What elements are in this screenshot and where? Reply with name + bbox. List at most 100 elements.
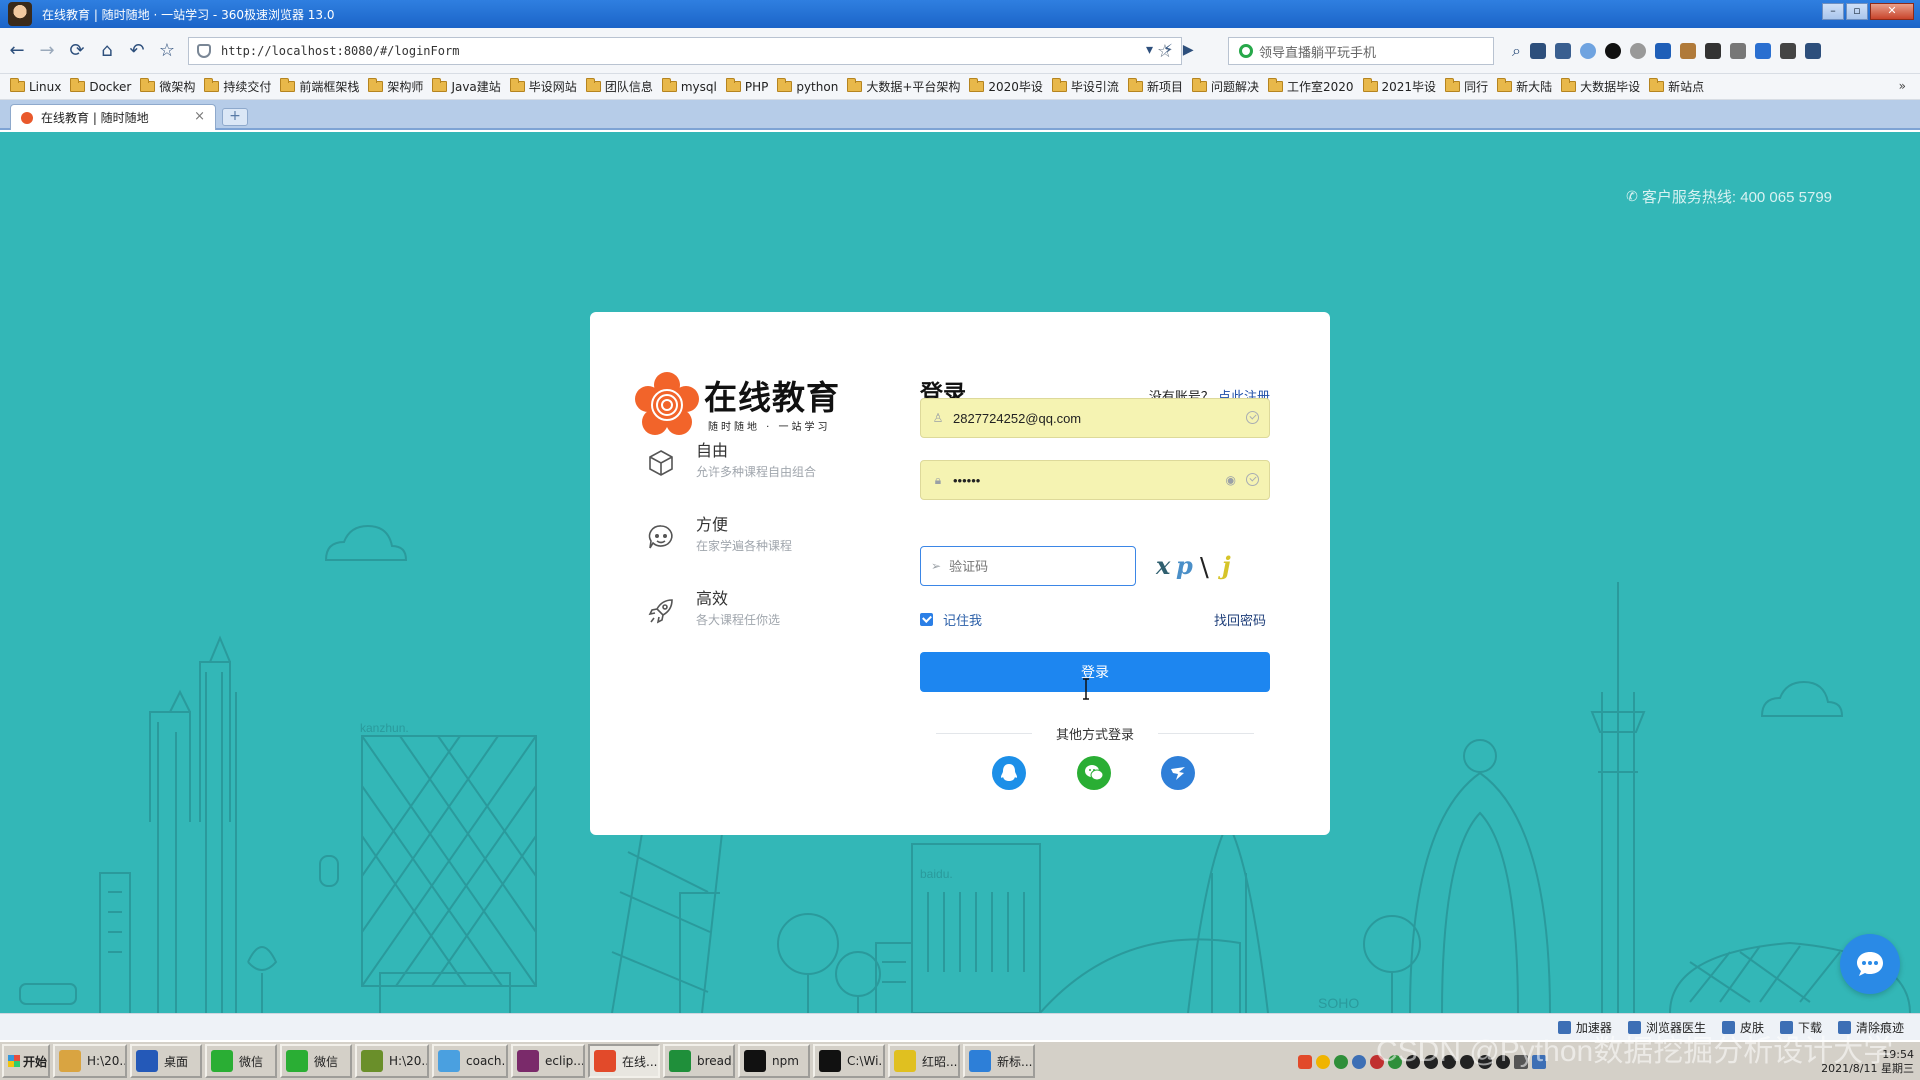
favorite-star-icon[interactable]: ☆	[154, 38, 180, 64]
login-button[interactable]: 登录	[920, 652, 1270, 692]
taskbar-item[interactable]: 微信	[280, 1044, 352, 1078]
ie-icon[interactable]	[1605, 43, 1621, 59]
tray-app-icon[interactable]	[1316, 1055, 1330, 1069]
back-icon[interactable]: ←	[4, 38, 30, 64]
bookmark-item[interactable]: Java建站	[432, 78, 501, 95]
logo-extension-icon[interactable]	[1655, 43, 1671, 59]
taskbar-item[interactable]: coach...	[432, 1044, 508, 1078]
camera-icon[interactable]	[1705, 43, 1721, 59]
bookmark-item[interactable]: 同行	[1445, 78, 1488, 95]
feature-title: 自由	[696, 441, 729, 460]
eye-icon[interactable]: ◉	[1226, 473, 1236, 487]
lock-icon: 🔒︎	[934, 472, 942, 487]
play-icon[interactable]: ▶	[1183, 42, 1194, 58]
flash-icon[interactable]: ⚡	[1163, 42, 1173, 58]
bookmark-item[interactable]: 新大陆	[1497, 78, 1552, 95]
bookmark-item[interactable]: 2020毕设	[969, 78, 1043, 95]
bookmark-item[interactable]: python	[777, 78, 838, 94]
minimize-button[interactable]: –	[1822, 3, 1844, 20]
home-icon[interactable]: ⌂	[94, 38, 120, 64]
forward-icon[interactable]: →	[34, 38, 60, 64]
search-box[interactable]: 领导直播躺平玩手机 ⌕	[1228, 37, 1521, 65]
bookmark-item[interactable]: 持续交付	[204, 78, 271, 95]
folder-icon	[204, 78, 220, 92]
taskbar-app-icon	[211, 1050, 233, 1072]
feature-convenience: 方便 在家学遍各种课程	[646, 514, 792, 556]
bookmark-item[interactable]: 新站点	[1649, 78, 1704, 95]
minus-circle-icon[interactable]	[1580, 43, 1596, 59]
taskbar-item[interactable]: eclip...	[511, 1044, 585, 1078]
undo-icon[interactable]: ↶	[124, 38, 150, 64]
ad-block-icon[interactable]	[1755, 43, 1771, 59]
dropdown-icon[interactable]: ▾	[1146, 42, 1153, 58]
remember-checkbox[interactable]	[920, 613, 933, 626]
taskbar-item[interactable]: H:\20...	[355, 1044, 429, 1078]
taskbar-item[interactable]: 红昭...	[888, 1044, 960, 1078]
bookmark-label: 问题解决	[1210, 80, 1259, 94]
start-button[interactable]: 开始	[2, 1044, 50, 1078]
bookmark-item[interactable]: mysql	[661, 78, 717, 94]
bookmark-item[interactable]: 架构师	[368, 78, 423, 95]
apps-grid-icon[interactable]	[1530, 43, 1546, 59]
tray-app-icon[interactable]	[1334, 1055, 1348, 1069]
close-window-button[interactable]: ✕	[1870, 3, 1914, 20]
tab-close-icon[interactable]: ×	[194, 109, 205, 124]
bookmark-label: mysql	[680, 79, 717, 94]
password-input[interactable]	[953, 472, 1213, 488]
captcha-input[interactable]	[949, 558, 1135, 574]
remember-me[interactable]: 记住我	[920, 610, 982, 629]
bookmark-item[interactable]: PHP	[725, 78, 768, 94]
bookmark-item[interactable]: 工作室2020	[1267, 78, 1354, 95]
refresh-icon[interactable]: ⟳	[64, 38, 90, 64]
taskbar-item[interactable]: bread...	[663, 1044, 735, 1078]
taskbar-item[interactable]: 桌面	[130, 1044, 202, 1078]
taskbar-item[interactable]: npm	[738, 1044, 810, 1078]
gear-extension-icon[interactable]	[1630, 43, 1646, 59]
bookmark-item[interactable]: 2021毕设	[1362, 78, 1437, 95]
shield-tray-icon[interactable]	[1352, 1055, 1366, 1069]
bookmark-label: 2021毕设	[1381, 80, 1437, 94]
bookmark-item[interactable]: 毕设引流	[1051, 78, 1119, 95]
taskbar-item-label: H:\20...	[389, 1054, 429, 1068]
bookmarks-more-icon[interactable]: »	[1899, 79, 1906, 93]
weibo-icon[interactable]	[1161, 756, 1195, 790]
wrench-icon[interactable]	[1805, 43, 1821, 59]
taskbar-item[interactable]: 在线...	[588, 1044, 660, 1078]
bookmark-item[interactable]: 前端框架栈	[280, 78, 359, 95]
taskbar-item[interactable]: 微信	[205, 1044, 277, 1078]
chat-support-button[interactable]	[1840, 934, 1900, 994]
bookmark-item[interactable]: 问题解决	[1191, 78, 1259, 95]
bookmark-item[interactable]: 团队信息	[585, 78, 653, 95]
bookmark-item[interactable]: 大数据毕设	[1561, 78, 1640, 95]
bookmark-item[interactable]: 毕设网站	[509, 78, 577, 95]
scissors-icon[interactable]	[1780, 43, 1796, 59]
captcha-field[interactable]: ➢	[920, 546, 1136, 586]
address-bar[interactable]: http://localhost:8080/#/loginForm ☆	[188, 37, 1182, 65]
box-extension-icon[interactable]	[1680, 43, 1696, 59]
taskbar-item[interactable]: 新标...	[963, 1044, 1035, 1078]
qq-icon[interactable]	[992, 756, 1026, 790]
taskbar-item[interactable]: H:\20...	[53, 1044, 127, 1078]
captcha-image[interactable]: x p \ j	[1150, 546, 1250, 586]
bookmark-label: Docker	[89, 79, 132, 94]
bookmark-item[interactable]: 大数据+平台架构	[847, 78, 960, 95]
username-field[interactable]: ♙	[920, 398, 1270, 438]
new-tab-button[interactable]: +	[222, 108, 248, 126]
search-icon[interactable]: ⌕	[1512, 41, 1521, 61]
tab-online-education[interactable]: 在线教育 | 随时随地 ×	[10, 104, 216, 130]
bookmark-item[interactable]: Docker	[70, 78, 132, 94]
address-url[interactable]: http://localhost:8080/#/loginForm	[221, 44, 459, 58]
maximize-button[interactable]: ▫	[1846, 3, 1868, 20]
taskbar-item[interactable]: C:\Wi...	[813, 1044, 885, 1078]
username-input[interactable]	[953, 410, 1213, 426]
devtools-icon[interactable]	[1555, 43, 1571, 59]
password-field[interactable]: 🔒︎ ◉	[920, 460, 1270, 500]
forgot-password-link[interactable]: 找回密码	[1214, 610, 1266, 629]
bookmark-item[interactable]: Linux	[10, 78, 61, 94]
wechat-icon[interactable]	[1077, 756, 1111, 790]
bookmark-item[interactable]: 微架构	[140, 78, 195, 95]
captcha-char: p	[1176, 551, 1193, 580]
sogou-icon[interactable]	[1298, 1055, 1312, 1069]
bookmark-item[interactable]: 新项目	[1127, 78, 1183, 95]
window-icon[interactable]	[1730, 43, 1746, 59]
